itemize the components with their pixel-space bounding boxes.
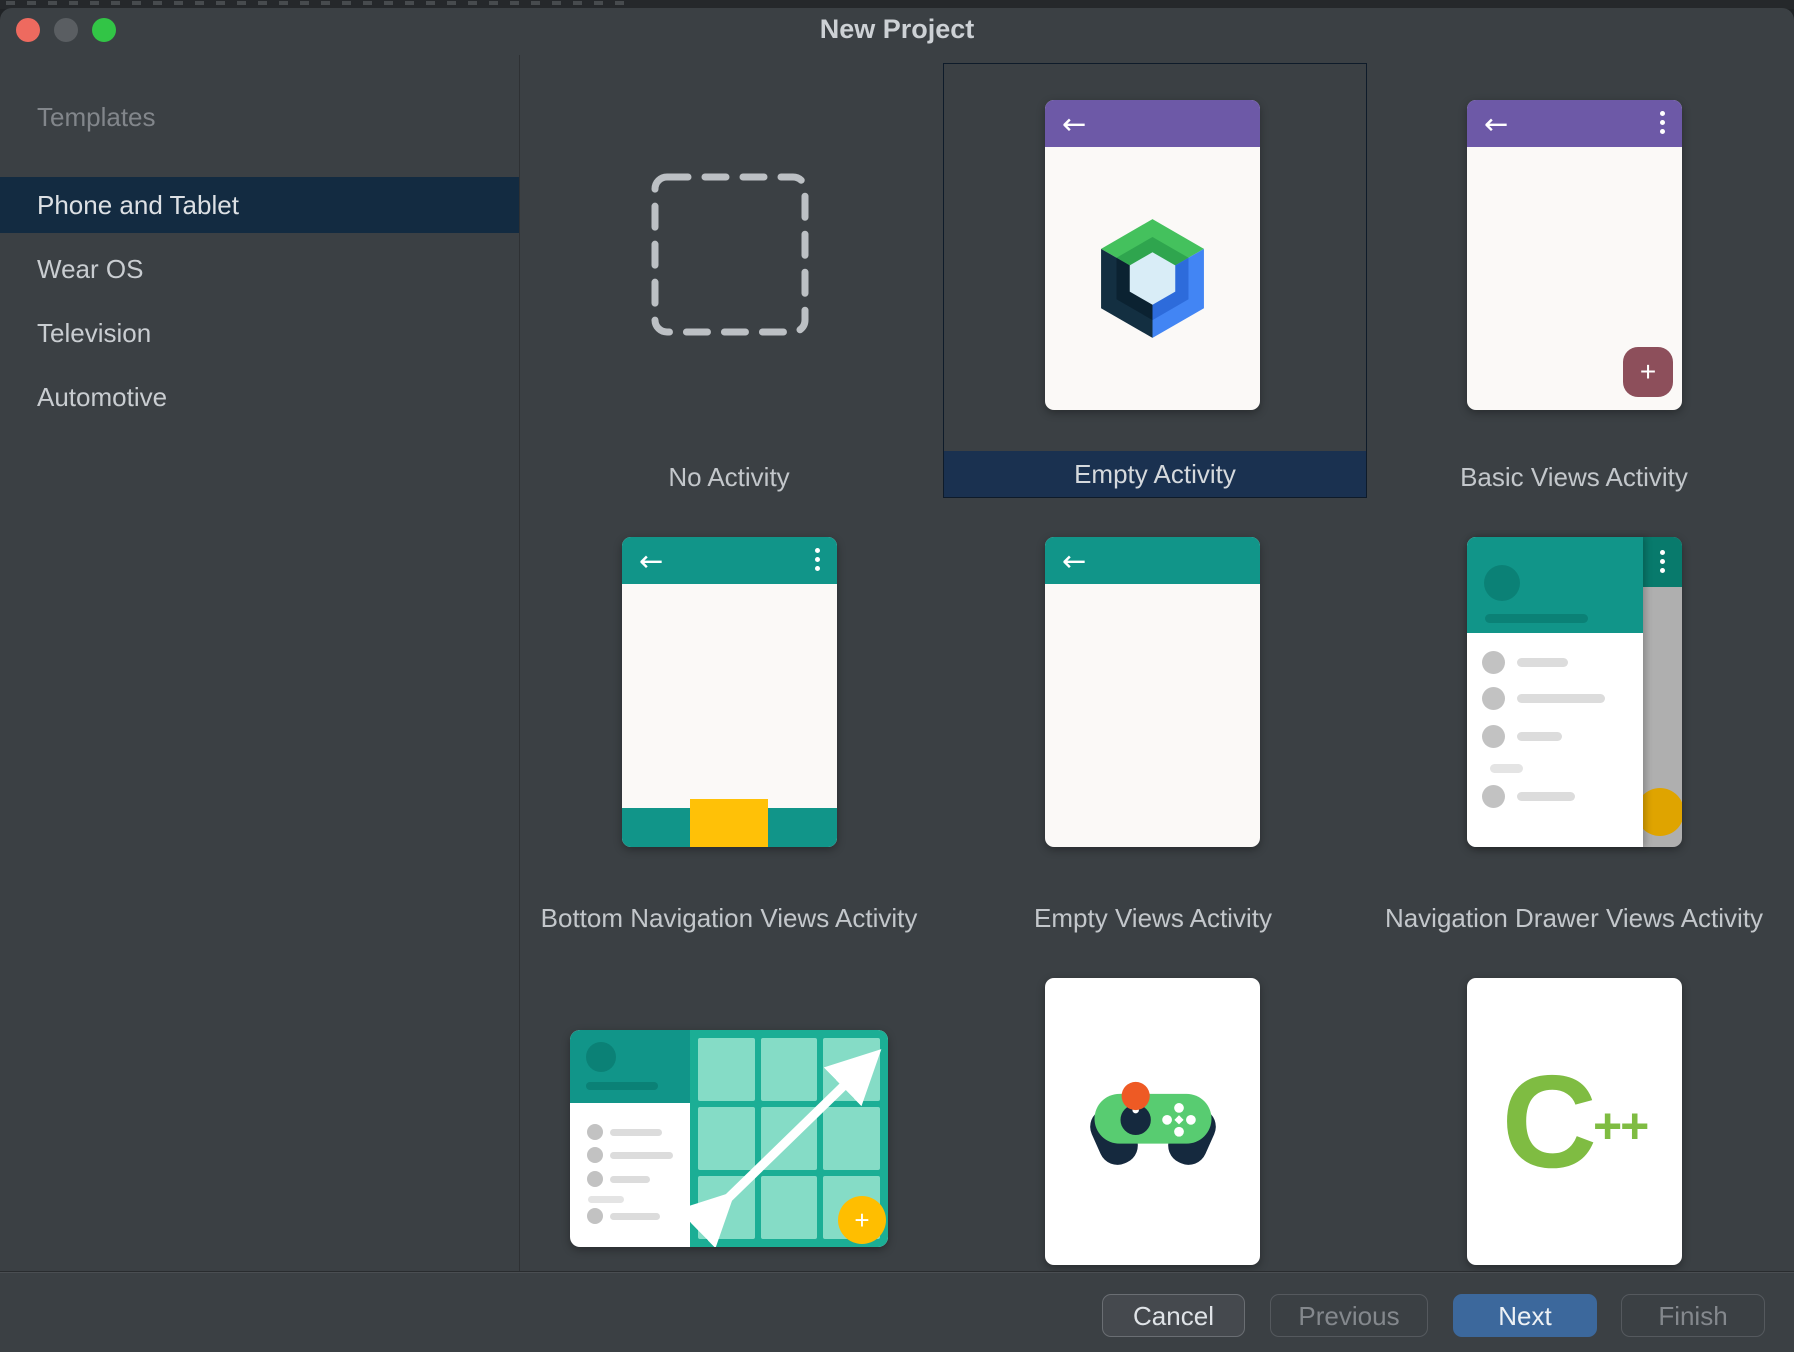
list-line	[1517, 732, 1562, 741]
list-avatar	[1482, 725, 1505, 748]
list-line	[1517, 658, 1568, 667]
panel-header-teal	[570, 1030, 690, 1103]
template-card-native-cpp[interactable]: C++	[1467, 978, 1682, 1265]
templates-header: Templates	[37, 102, 156, 133]
back-arrow-icon: ←	[1062, 107, 1086, 141]
drawer-panel	[1467, 537, 1643, 847]
list-avatar	[1482, 687, 1505, 710]
cpp-logo-icon: C++	[1467, 978, 1682, 1265]
template-label: Navigation Drawer Views Activity	[1355, 902, 1793, 934]
back-arrow-icon: ←	[1484, 107, 1508, 141]
list-line	[610, 1152, 673, 1159]
cpp-letter: C	[1502, 1056, 1597, 1188]
list-avatar	[1482, 651, 1505, 674]
sidebar-divider	[519, 55, 520, 1271]
sidebar-item-television[interactable]: Television	[0, 305, 519, 361]
list-subheader-line	[588, 1196, 624, 1203]
drawer-header	[1467, 537, 1643, 633]
template-label: Basic Views Activity	[1355, 461, 1793, 493]
template-label: Bottom Navigation Views Activity	[499, 902, 959, 934]
empty-activity-preview[interactable]: ←	[1045, 100, 1260, 410]
list-line	[1517, 792, 1575, 801]
nav-drawer-preview	[1467, 537, 1682, 847]
empty-views-preview: ←	[1045, 537, 1260, 847]
back-arrow-icon: ←	[639, 544, 663, 578]
finish-button[interactable]: Finish	[1621, 1294, 1765, 1337]
list-line	[610, 1213, 660, 1220]
detail-grid-area: +	[690, 1030, 888, 1247]
kebab-menu-icon	[1660, 550, 1665, 573]
sidebar-item-phone-and-tablet[interactable]: Phone and Tablet	[0, 177, 519, 233]
new-project-dialog: New Project Templates Phone and Tablet W…	[0, 0, 1794, 1352]
template-label: Empty Views Activity	[923, 902, 1383, 934]
template-label-selected: Empty Activity	[944, 451, 1366, 497]
window-title: New Project	[0, 14, 1794, 45]
drawer-header-line	[1485, 614, 1588, 623]
dashed-placeholder-icon	[650, 172, 810, 337]
list-line	[610, 1129, 662, 1136]
fab-plus-icon: +	[1623, 347, 1673, 397]
previous-button[interactable]: Previous	[1270, 1294, 1428, 1337]
sidebar-item-wear-os[interactable]: Wear OS	[0, 241, 519, 297]
list-line	[610, 1176, 650, 1183]
bottom-nav-selected-tab	[690, 799, 768, 847]
sidebar-item-automotive[interactable]: Automotive	[0, 369, 519, 425]
list-avatar	[587, 1208, 603, 1224]
kebab-menu-icon	[1660, 111, 1665, 134]
list-line	[1517, 694, 1605, 703]
bottom-nav-preview: ←	[622, 537, 837, 847]
template-card-responsive-views[interactable]: +	[570, 1030, 888, 1247]
game-controller-icon	[1088, 1070, 1218, 1174]
template-card-game-activity[interactable]	[1045, 978, 1260, 1265]
dialog-footer: Cancel Previous Next Finish	[0, 1271, 1794, 1352]
cpp-plus-plus: ++	[1593, 1097, 1647, 1155]
header-line	[586, 1082, 658, 1090]
list-avatar	[587, 1171, 603, 1187]
list-avatar	[587, 1124, 603, 1140]
fab-plus-icon: +	[838, 1196, 886, 1244]
kebab-menu-icon	[815, 548, 820, 571]
list-subheader-line	[1490, 764, 1523, 773]
cancel-button[interactable]: Cancel	[1102, 1294, 1245, 1337]
template-label: No Activity	[509, 461, 949, 493]
avatar-circle	[1484, 565, 1520, 601]
next-button[interactable]: Next	[1453, 1294, 1597, 1337]
avatar-circle	[586, 1042, 616, 1072]
basic-views-preview: ← +	[1467, 100, 1682, 410]
list-avatar	[1482, 785, 1505, 808]
back-arrow-icon: ←	[1062, 544, 1086, 578]
jetpack-compose-logo-icon	[1090, 216, 1215, 341]
list-avatar	[587, 1147, 603, 1163]
